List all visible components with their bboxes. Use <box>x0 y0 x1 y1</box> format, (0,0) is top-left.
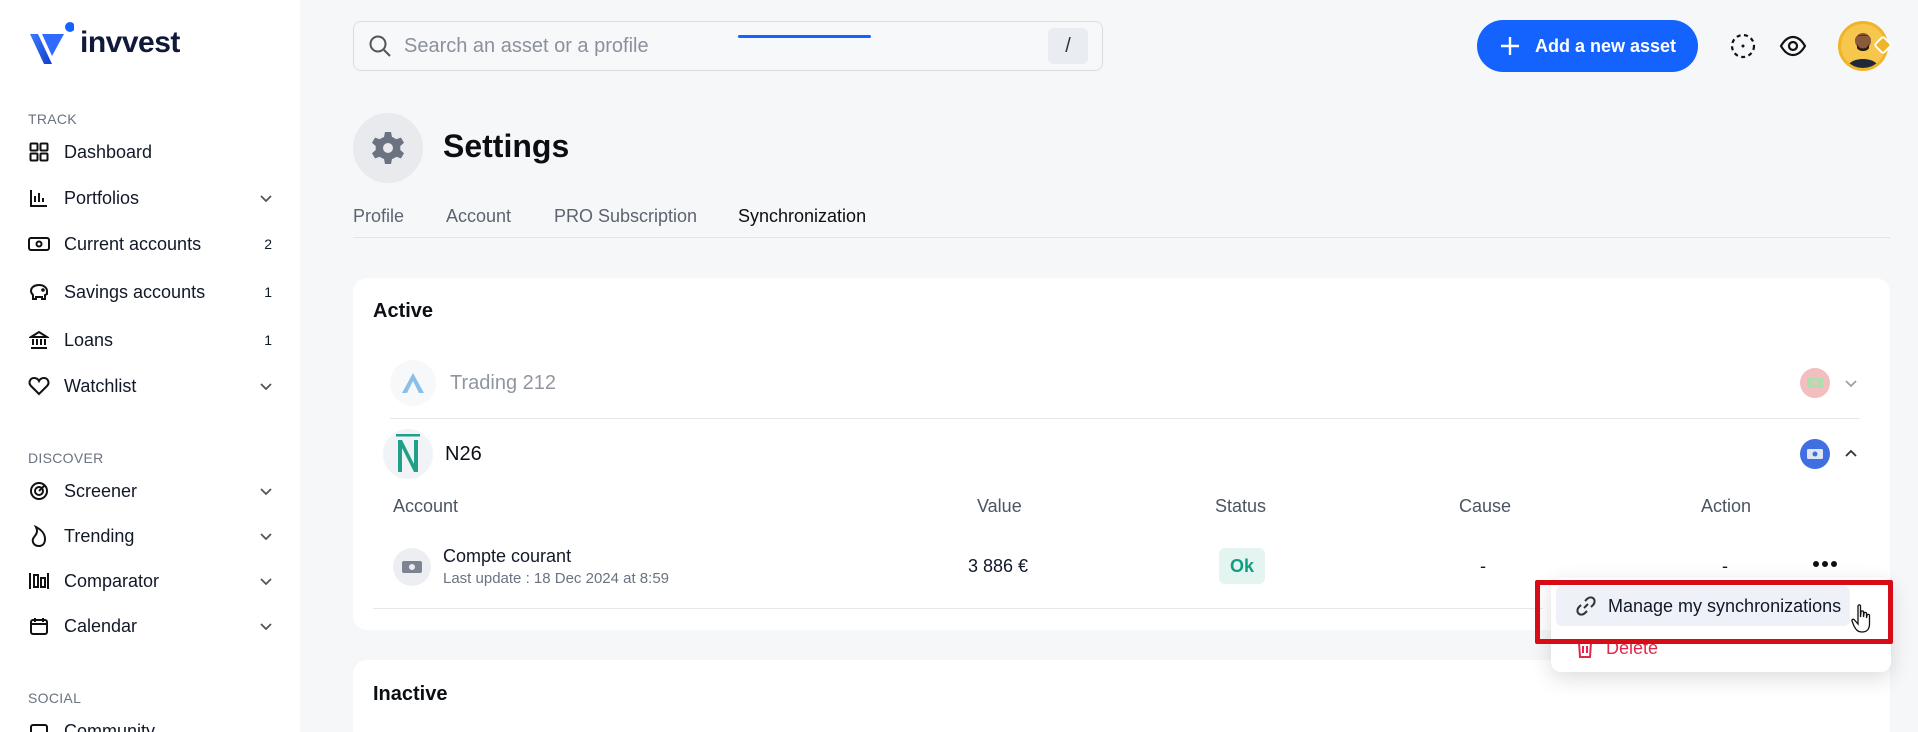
chevron-down-icon[interactable] <box>258 378 274 394</box>
piggy-bank-icon <box>28 281 50 303</box>
section-label-discover: DISCOVER <box>28 450 104 466</box>
radar-icon <box>28 480 50 502</box>
sidebar-item-dashboard[interactable]: Dashboard <box>28 135 284 169</box>
sidebar-item-label: Watchlist <box>64 375 137 396</box>
sidebar-item-label: Trending <box>64 525 135 546</box>
account-cause: - <box>1480 556 1486 576</box>
sidebar-item-label: Screener <box>64 480 138 501</box>
sidebar-item-label: Dashboard <box>64 141 153 162</box>
n26-logo-icon <box>383 429 433 479</box>
column-header-cause: Cause <box>1459 496 1512 516</box>
page-title: Settings <box>443 128 570 164</box>
eye-icon[interactable] <box>1779 32 1807 60</box>
sidebar-item-calendar[interactable]: Calendar <box>28 609 284 643</box>
section-label-social: SOCIAL <box>28 690 82 706</box>
section-label-track: TRACK <box>28 111 77 127</box>
cash-icon <box>28 233 50 255</box>
column-header-action: Action <box>1701 496 1752 516</box>
more-options-icon[interactable] <box>1812 556 1838 572</box>
institution-row-n26[interactable]: N26 <box>383 429 1860 479</box>
count-badge: 2 <box>264 236 272 252</box>
focus-mode-icon[interactable] <box>1729 32 1757 60</box>
column-header-account: Account <box>393 496 459 516</box>
institution-name: Trading 212 <box>450 371 556 394</box>
search-placeholder: Search an asset or a profile <box>404 34 649 57</box>
sidebar-item-comparator[interactable]: Comparator <box>28 564 284 598</box>
trading212-logo-icon <box>390 360 436 406</box>
cash-icon <box>402 561 422 573</box>
account-type-icon <box>393 548 431 586</box>
count-badge: 1 <box>264 332 272 348</box>
highlight-box <box>1535 580 1893 644</box>
chevron-down-icon[interactable] <box>258 190 274 206</box>
sidebar-item-portfolios[interactable]: Portfolios <box>28 181 284 215</box>
row-divider <box>390 418 1860 419</box>
sidebar-item-label: Savings accounts <box>64 281 206 302</box>
hand-cursor-icon <box>1851 604 1871 633</box>
sidebar-item-savings-accounts[interactable]: Savings accounts 1 <box>28 275 284 309</box>
tab-synchronization[interactable]: Synchronization <box>738 206 866 227</box>
chevron-down-icon[interactable] <box>1842 374 1860 392</box>
sidebar-item-label: Loans <box>64 329 114 350</box>
inactive-section-title: Inactive <box>373 683 448 705</box>
sidebar-item-current-accounts[interactable]: Current accounts 2 <box>28 227 284 261</box>
chevron-up-icon[interactable] <box>1842 445 1860 463</box>
chevron-down-icon[interactable] <box>258 483 274 499</box>
compare-icon <box>28 570 50 592</box>
bank-icon <box>28 329 50 351</box>
active-section-title: Active <box>373 300 434 322</box>
sidebar-item-label: Calendar <box>64 615 138 636</box>
tab-profile[interactable]: Profile <box>353 206 404 227</box>
sidebar: invvest TRACK Dashboard Portfolios Curre… <box>0 0 300 732</box>
row-divider <box>373 608 1543 609</box>
brand-logo[interactable]: invvest <box>28 20 180 66</box>
chevron-down-icon[interactable] <box>258 618 274 634</box>
heart-icon <box>28 375 50 397</box>
search-input[interactable]: Search an asset or a profile / <box>353 21 1103 71</box>
count-badge: 1 <box>264 284 272 300</box>
tab-account[interactable]: Account <box>446 206 511 227</box>
column-header-value: Value <box>977 496 1022 516</box>
active-tab-indicator <box>738 35 871 38</box>
gear-icon <box>372 132 404 164</box>
cash-badge-icon <box>1800 368 1830 398</box>
sidebar-item-screener[interactable]: Screener <box>28 474 284 508</box>
community-icon <box>28 720 50 732</box>
chevron-down-icon[interactable] <box>258 573 274 589</box>
search-icon <box>369 35 391 57</box>
sidebar-item-loans[interactable]: Loans 1 <box>28 323 284 357</box>
account-last-update: Last update : 18 Dec 2024 at 8:59 <box>443 570 670 587</box>
flame-icon <box>28 525 50 547</box>
bar-chart-icon <box>28 187 50 209</box>
invvest-logo-icon <box>30 22 74 64</box>
tab-pro-subscription[interactable]: PRO Subscription <box>554 206 697 227</box>
institution-row-trading212[interactable]: Trading 212 <box>390 359 1860 407</box>
institution-name: N26 <box>445 442 482 465</box>
settings-tabs: Profile Account PRO Subscription Synchro… <box>353 200 1890 238</box>
sidebar-item-trending[interactable]: Trending <box>28 519 284 553</box>
plus-icon <box>1500 37 1519 55</box>
account-name: Compte courant <box>443 546 572 566</box>
account-action: - <box>1722 556 1728 576</box>
sidebar-item-label: Portfolios <box>64 187 140 208</box>
sidebar-item-label: Current accounts <box>64 233 202 254</box>
sidebar-item-label: Comparator <box>64 570 160 591</box>
search-shortcut-key: / <box>1048 28 1088 64</box>
sidebar-item-community[interactable]: Community <box>28 714 284 732</box>
chevron-down-icon[interactable] <box>258 528 274 544</box>
account-value: 3 886 € <box>968 556 1029 576</box>
sidebar-item-watchlist[interactable]: Watchlist <box>28 369 284 403</box>
column-header-status: Status <box>1215 496 1267 516</box>
brand-name: invvest <box>80 26 180 59</box>
settings-header-icon <box>353 113 423 183</box>
sidebar-item-label: Community <box>64 720 156 732</box>
cash-badge-icon <box>1800 439 1830 469</box>
calendar-icon <box>28 615 50 637</box>
add-new-asset-button[interactable]: Add a new asset <box>1477 20 1698 72</box>
add-new-asset-label: Add a new asset <box>1534 35 1677 56</box>
status-badge: Ok <box>1219 548 1265 584</box>
grid-icon <box>28 141 50 163</box>
